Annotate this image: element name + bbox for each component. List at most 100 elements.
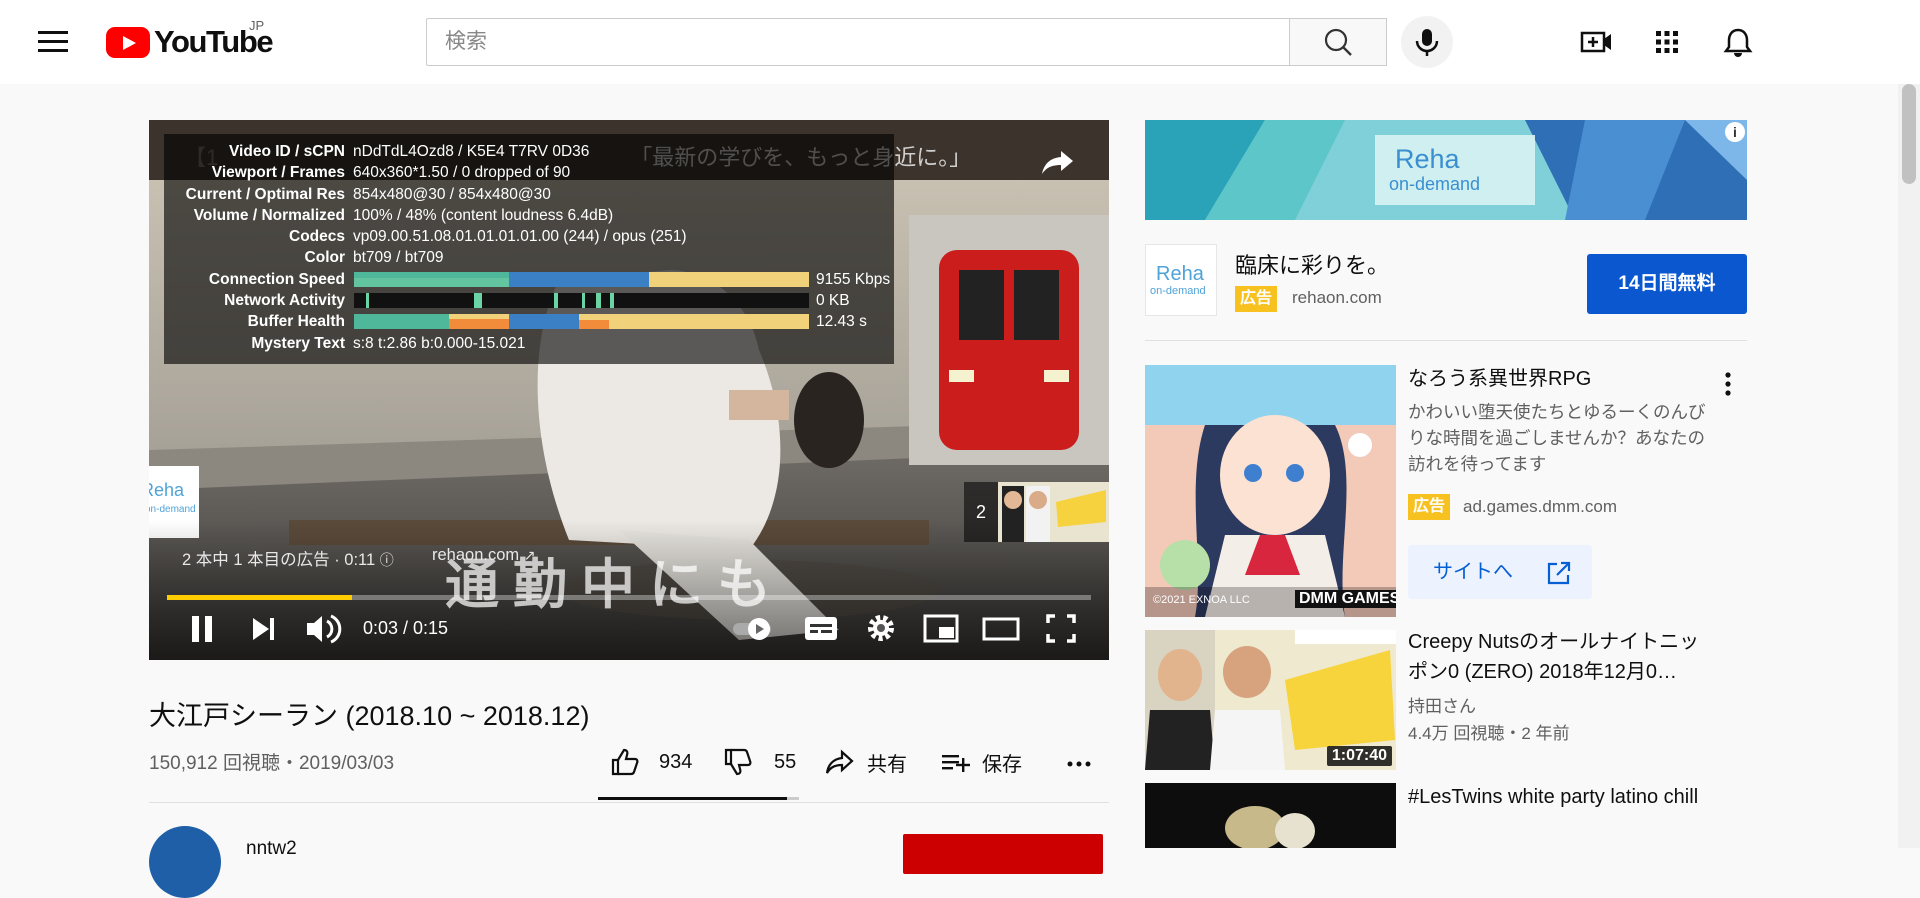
stat-key: Video ID / sCPN: [229, 143, 345, 160]
theater-mode-button[interactable]: [981, 608, 1021, 648]
more-actions-button[interactable]: [1063, 742, 1095, 782]
video-player[interactable]: 【1「最新の学びを、もっと身近に。」 Video ID / sCPNnDdTdL…: [149, 120, 1109, 660]
stat-value: 640x360*1.50 / 0 dropped of 90: [353, 164, 571, 182]
brand-logo: DMM GAMES: [1295, 590, 1396, 608]
ad-info-icon[interactable]: i: [1725, 122, 1745, 142]
like-ratio-fill: [598, 797, 787, 800]
buffer-health-graph: [354, 314, 809, 330]
thumbs-up-icon: [611, 748, 639, 776]
dislike-count: 55: [774, 750, 797, 773]
search-input[interactable]: 検索: [426, 18, 1290, 66]
fullscreen-button[interactable]: [1041, 608, 1081, 648]
share-button[interactable]: 共有: [823, 742, 907, 782]
related-video-meta: 4.4万 回視聴・2 年前: [1408, 724, 1570, 743]
related-video-title[interactable]: #LesTwins white party latino chill: [1408, 782, 1718, 812]
settings-gear-icon[interactable]: [861, 608, 901, 648]
share-label: 共有: [867, 753, 907, 776]
more-horizontal-icon: [1067, 761, 1091, 767]
stat-value: s:8 t:2.86 b:0.000-15.021: [353, 334, 526, 352]
next-ad-thumbnail[interactable]: [998, 482, 1109, 542]
open-external-icon: [1547, 561, 1571, 585]
external-link-icon: ↗: [523, 547, 536, 563]
region-label: JP: [249, 18, 265, 33]
share-overlay-icon[interactable]: [1037, 141, 1077, 181]
game-ad-description: かわいい堕天使たちとゆるーくのんびりな時間を過ごしませんか？あなたの訪れを待って…: [1408, 402, 1706, 474]
banner-brand-sub: on-demand: [1389, 174, 1481, 194]
miniplayer-button[interactable]: [921, 608, 961, 648]
apps-grid-icon[interactable]: [1647, 22, 1687, 62]
display-ad-banner[interactable]: Reha on-demand: [1145, 120, 1747, 220]
search-button[interactable]: [1289, 18, 1387, 66]
time-display: 0:03 / 0:15: [363, 618, 449, 638]
stat-key: Connection Speed: [208, 270, 345, 288]
save-button[interactable]: 保存: [940, 742, 1022, 782]
share-icon: [825, 749, 854, 774]
copyright-text: ©2021 EXNOA LLC: [1153, 594, 1250, 606]
menu-icon[interactable]: [38, 30, 68, 54]
stats-for-nerds-panel: Video ID / sCPN nDdTdL4Ozd8 / K5E4 T7RV 0…: [164, 134, 894, 364]
ad-url-link[interactable]: rehaon.com ↗: [432, 546, 535, 565]
video-thumbnail[interactable]: [1145, 783, 1396, 848]
ad-card-domain: rehaon.com: [1292, 288, 1382, 307]
stat-value: nDdTdL4Ozd8 / K5E4 T7RV 0D36: [353, 143, 590, 160]
visit-site-label: サイトへ: [1433, 561, 1513, 583]
stat-key: Mystery Text: [251, 334, 345, 352]
ad-card-title[interactable]: 臨床に彩りを。: [1235, 248, 1389, 280]
channel-name[interactable]: nntw2: [246, 838, 297, 860]
playlist-add-icon: [942, 755, 970, 772]
like-button[interactable]: 934: [609, 742, 692, 782]
advertiser-logo-text: Reha: [149, 480, 185, 500]
ad-badge: 広告: [1408, 494, 1451, 520]
game-ad-thumbnail[interactable]: ©2021 EXNOA LLC DMM GAMES: [1145, 365, 1396, 617]
more-vertical-icon[interactable]: [1718, 370, 1738, 398]
related-video-title[interactable]: Creepy Nutsのオールナイトニッポン0 (ZERO) 2018年12月0…: [1408, 627, 1718, 687]
save-label: 保存: [982, 753, 1022, 776]
subtitles-button[interactable]: [801, 608, 841, 648]
ad-badge: 広告: [1235, 286, 1278, 312]
info-icon: ⓘ: [379, 552, 394, 568]
video-title: 大江戸シーラン (2018.10 ~ 2018.12): [149, 701, 590, 731]
stat-value: 12.43 s: [816, 313, 867, 331]
video-view-count-date: 150,912 回視聴・2019/03/03: [149, 753, 395, 774]
visit-site-button[interactable]: サイトへ: [1408, 545, 1592, 599]
advertiser-logo-sub: on-demand: [149, 504, 196, 515]
like-count: 934: [659, 750, 693, 773]
stat-value: bt709 / bt709: [353, 249, 444, 267]
next-button[interactable]: [245, 608, 285, 648]
youtube-logo-icon[interactable]: [106, 27, 150, 58]
game-ad-domain: ad.games.dmm.com: [1463, 497, 1617, 516]
subscribe-button[interactable]: [903, 834, 1103, 874]
scrollbar-thumb[interactable]: [1902, 84, 1916, 184]
connection-speed-graph: [354, 271, 809, 287]
search-icon: [1324, 28, 1352, 56]
progress-bar-played: [167, 595, 352, 600]
video-duration: 1:07:40: [1326, 746, 1392, 766]
divider: [1145, 340, 1747, 341]
banner-brand-text: Reha: [1395, 144, 1460, 174]
voice-search-button[interactable]: [1401, 16, 1453, 68]
stat-key: Current / Optimal Res: [185, 185, 345, 203]
pause-button[interactable]: [183, 608, 223, 648]
stat-value: 854x480@30 / 854x480@30: [353, 185, 551, 203]
scrollbar[interactable]: [1898, 84, 1920, 848]
related-video-channel[interactable]: 持田さん: [1408, 694, 1476, 720]
free-trial-button[interactable]: 14日間無料: [1587, 254, 1747, 314]
network-activity-graph: [354, 293, 809, 309]
video-thumbnail[interactable]: 1:07:40: [1145, 630, 1396, 770]
stat-key: Network Activity: [224, 292, 345, 310]
stat-value: 9155 Kbps: [816, 270, 891, 288]
ad-card-logo-sub: on-demand: [1150, 285, 1206, 297]
notifications-bell-icon[interactable]: [1718, 22, 1758, 62]
autoplay-toggle[interactable]: [729, 608, 779, 648]
create-video-icon[interactable]: [1577, 22, 1617, 62]
volume-button[interactable]: [303, 608, 343, 648]
stat-key: Codecs: [289, 228, 345, 246]
ad-info-text: 2 本中 1 本目の広告 · 0:11 ⓘ: [182, 551, 394, 569]
game-ad-title[interactable]: なろう系異世界RPG: [1408, 364, 1591, 394]
stat-key: Color: [304, 249, 345, 267]
stat-key: Buffer Health: [247, 313, 345, 331]
ad-card-logo[interactable]: Reha on-demand: [1145, 244, 1217, 316]
stat-value: vp09.00.51.08.01.01.01.01.00 (244) / opu…: [353, 228, 687, 246]
channel-avatar[interactable]: [149, 826, 221, 898]
dislike-button[interactable]: 55: [722, 742, 796, 782]
